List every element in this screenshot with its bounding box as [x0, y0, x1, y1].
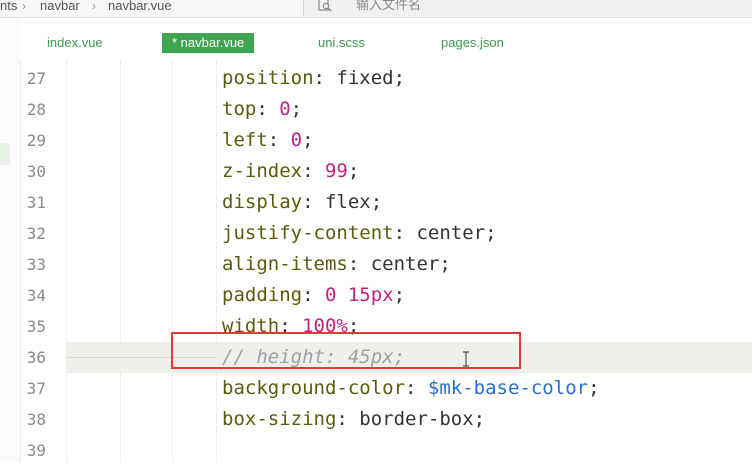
breadcrumb-item[interactable]: navbar.vue [108, 0, 172, 12]
code-token: ; [439, 253, 451, 275]
breadcrumb-separator-icon: › [92, 0, 96, 13]
text-cursor-icon [463, 351, 469, 367]
breadcrumb-separator-icon: › [22, 0, 26, 13]
code-token: justify-content [222, 222, 394, 244]
file-search-icon [318, 0, 332, 12]
code-token: left [222, 129, 268, 151]
code-token: background-color [222, 377, 406, 399]
code-token: 15px [347, 284, 394, 306]
line-number: 27 [26, 69, 46, 88]
code-token: ; [290, 98, 303, 120]
code-token: z-index [222, 160, 303, 182]
indent-guide [66, 60, 68, 462]
tab-pages-json[interactable]: pages.json [441, 33, 504, 53]
code-token: : [347, 253, 371, 275]
code-token: 99 [324, 160, 348, 182]
code-token: : [393, 222, 417, 244]
breadcrumb-item[interactable]: navbar [40, 0, 80, 12]
code-token: ; [370, 191, 383, 213]
line-number: 28 [26, 100, 46, 119]
code-token: 0 [324, 284, 348, 306]
line-number: 37 [26, 379, 46, 398]
tab-index-vue[interactable]: index.vue [47, 33, 103, 53]
code-token: ; [393, 67, 406, 89]
code-token: fixed [336, 67, 394, 89]
file-search-box[interactable] [303, 0, 752, 16]
code-token: ; [473, 408, 486, 430]
line-number: 39 [26, 441, 46, 460]
code-token: : [302, 284, 325, 306]
line-number: 33 [26, 255, 46, 274]
code-editor[interactable]: 27 position: fixed; 28 top: 0; 29 left: 0; 30 z… [20, 60, 752, 462]
code-token: : [302, 160, 325, 182]
line-number: 35 [26, 317, 46, 336]
file-search-input[interactable] [356, 0, 736, 14]
breadcrumb-item[interactable]: nts [0, 0, 17, 12]
code-token: center [370, 253, 440, 275]
tab-uni-scss[interactable]: uni.scss [318, 33, 365, 53]
line-number: 32 [26, 224, 46, 243]
side-strip-marker [0, 143, 10, 165]
code-token: align-items [222, 253, 348, 275]
line-number: 34 [26, 286, 46, 305]
code-token: : [313, 67, 337, 89]
side-strip [0, 18, 21, 462]
line-number: 29 [26, 131, 46, 150]
code-token: padding [222, 284, 303, 306]
code-token: ; [393, 284, 406, 306]
code-token: ; [485, 222, 497, 244]
code-line[interactable]: box-sizing: border-box; [222, 404, 485, 435]
code-token: 0 [279, 98, 291, 120]
code-token: : [267, 129, 291, 151]
code-token: display [222, 191, 303, 213]
code-token: border-box [359, 408, 474, 430]
code-token: ; [347, 160, 360, 182]
code-line[interactable]: display: flex; [222, 187, 382, 218]
code-token: position [222, 67, 314, 89]
code-line[interactable]: justify-content: center; [222, 218, 497, 249]
code-token: 0 [290, 129, 303, 151]
code-line[interactable]: padding: 0 15px; [222, 280, 405, 311]
tab-navbar-vue[interactable]: * navbar.vue [162, 33, 255, 53]
line-number: 31 [26, 193, 46, 212]
line-number: 30 [26, 162, 46, 181]
code-token: top [222, 98, 257, 120]
code-line[interactable]: top: 0; [222, 94, 302, 125]
line-number: 36 [26, 348, 46, 367]
code-line[interactable]: left: 0; [222, 125, 314, 156]
editor-tab-bar: index.vue * navbar.vue uni.scss pages.js… [20, 18, 752, 60]
code-line[interactable]: background-color: $mk-base-color; [222, 373, 600, 404]
code-token: center [416, 222, 486, 244]
indent-guide [172, 60, 174, 462]
code-token: $mk-base-color [427, 377, 589, 399]
breadcrumb-bar: nts › navbar › navbar.vue [0, 0, 752, 18]
code-token: flex [324, 191, 371, 213]
code-token: : [405, 377, 428, 399]
code-line[interactable]: z-index: 99; [222, 156, 359, 187]
code-token: ; [588, 377, 600, 399]
indent-guide [216, 60, 218, 462]
code-token: : [336, 408, 360, 430]
code-token: : [302, 191, 325, 213]
code-line[interactable]: position: fixed; [222, 63, 405, 94]
code-token: ; [302, 129, 314, 151]
line-number: 38 [26, 410, 46, 429]
code-token: : [256, 98, 280, 120]
code-line[interactable]: align-items: center; [222, 249, 451, 280]
indent-guide [120, 60, 122, 462]
code-token: box-sizing [222, 408, 337, 430]
